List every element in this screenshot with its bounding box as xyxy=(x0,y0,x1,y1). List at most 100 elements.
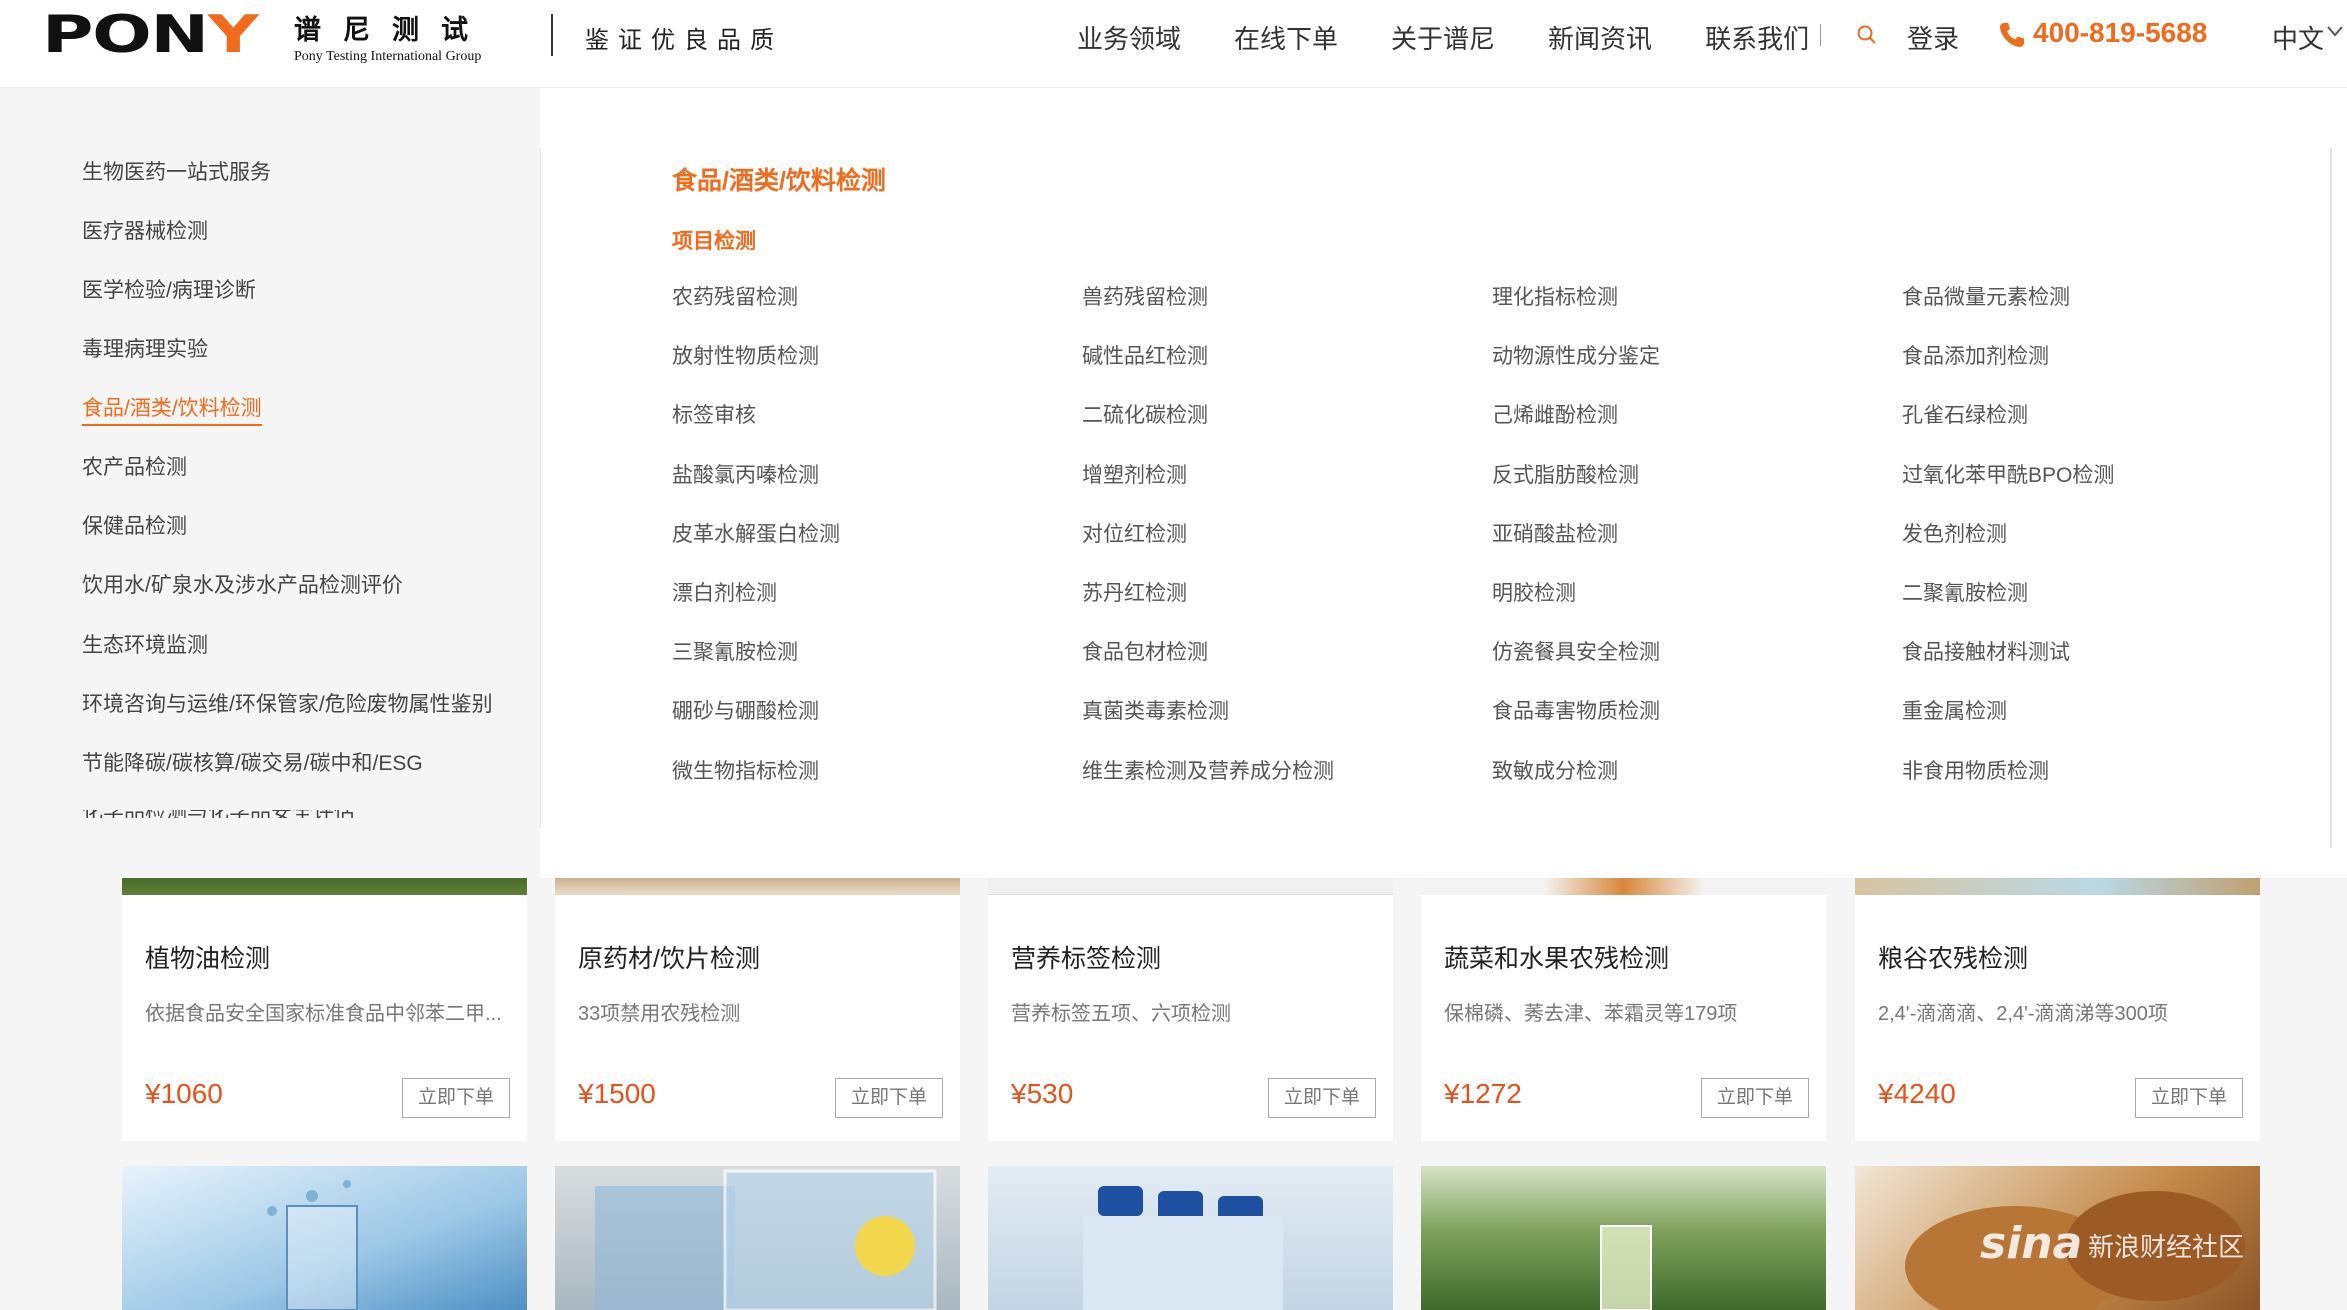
card-image xyxy=(122,877,527,895)
test-item-link[interactable]: 微生物指标检测 xyxy=(672,755,1082,814)
sidebar-item-toxicology[interactable]: 毒理病理实验 xyxy=(82,333,208,363)
test-item-link[interactable]: 硼砂与硼酸检测 xyxy=(672,695,1082,754)
sidebar-item-carbon[interactable]: 节能降碳/碳核算/碳交易/碳中和/ESG xyxy=(82,747,423,777)
nav-about[interactable]: 关于谱尼 xyxy=(1391,19,1495,56)
test-item-link[interactable]: 皮革水解蛋白检测 xyxy=(672,518,1082,577)
test-item-link[interactable]: 食品微量元素检测 xyxy=(1902,281,2312,340)
test-item-link[interactable]: 过氧化苯甲酰BPO检测 xyxy=(1902,459,2312,518)
card-title: 营养标签检测 xyxy=(1011,945,1162,973)
tea-illustration xyxy=(1600,1225,1652,1310)
test-item-link[interactable]: 动物源性成分鉴定 xyxy=(1492,340,1902,399)
test-item-link[interactable]: 盐酸氯丙嗪检测 xyxy=(672,459,1082,518)
test-item-link[interactable]: 明胶检测 xyxy=(1492,577,1902,636)
test-item-link[interactable]: 发色剂检测 xyxy=(1902,518,2312,577)
logo[interactable]: PONY 谱尼测试 Pony Testing International Gro… xyxy=(42,9,481,64)
tea-field-image[interactable] xyxy=(1421,1166,1826,1310)
product-card[interactable]: 蔬菜和水果农残检测 保棉磷、莠去津、苯霜灵等179项 ¥1272 立即下单 xyxy=(1421,877,1826,1141)
test-item-link[interactable]: 食品包材检测 xyxy=(1082,636,1492,695)
glass-illustration xyxy=(595,1169,937,1310)
site-header: PONY 谱尼测试 Pony Testing International Gro… xyxy=(0,0,2347,88)
test-item-link[interactable]: 孔雀石绿检测 xyxy=(1902,399,2312,458)
test-item-link[interactable]: 苏丹红检测 xyxy=(1082,577,1492,636)
test-item-link[interactable]: 二聚氰胺检测 xyxy=(1902,577,2312,636)
hotline-number[interactable]: 400-819-5688 xyxy=(2033,17,2207,49)
order-button[interactable]: 立即下单 xyxy=(835,1078,943,1118)
test-item-link[interactable]: 仿瓷餐具安全检测 xyxy=(1492,636,1902,695)
divider xyxy=(540,148,541,828)
order-button[interactable]: 立即下单 xyxy=(402,1078,510,1118)
test-item-link[interactable]: 理化指标检测 xyxy=(1492,281,1902,340)
product-card[interactable]: 植物油检测 依据食品安全国家标准食品中邻苯二甲... ¥1060 立即下单 xyxy=(122,877,527,1141)
sidebar-item-medical-devices[interactable]: 医疗器械检测 xyxy=(82,215,208,245)
test-item-link[interactable]: 增塑剂检测 xyxy=(1082,459,1492,518)
test-item-link[interactable]: 碱性品红检测 xyxy=(1082,340,1492,399)
sidebar-item-partial[interactable]: 化学品检测与化学品安全评估 xyxy=(82,810,412,818)
test-item-link[interactable]: 己烯雌酚检测 xyxy=(1492,399,1902,458)
search-icon[interactable] xyxy=(1856,24,1878,46)
test-item-link[interactable]: 二硫化碳检测 xyxy=(1082,399,1492,458)
test-item-link[interactable]: 兽药残留检测 xyxy=(1082,281,1492,340)
test-item-link[interactable]: 食品添加剂检测 xyxy=(1902,340,2312,399)
sidebar-item-env-consulting[interactable]: 环境咨询与运维/环保管家/危险废物属性鉴别 xyxy=(82,688,493,718)
water-bottles-image[interactable] xyxy=(988,1166,1393,1310)
category-subtitle: 项目检测 xyxy=(672,230,756,253)
test-item-link[interactable]: 食品毒害物质检测 xyxy=(1492,695,1902,754)
test-item-link[interactable]: 对位红检测 xyxy=(1082,518,1492,577)
sidebar-item-environment[interactable]: 生态环境监测 xyxy=(82,629,208,659)
test-item-link[interactable]: 亚硝酸盐检测 xyxy=(1492,518,1902,577)
logo-en-text: Pony Testing International Group xyxy=(294,49,482,64)
nav-business[interactable]: 业务领域 xyxy=(1077,19,1181,56)
sidebar-item-health-products[interactable]: 保健品检测 xyxy=(82,510,187,540)
logo-cn-text: 谱尼测试 xyxy=(294,15,490,45)
card-desc: 依据食品安全国家标准食品中邻苯二甲... xyxy=(145,1003,502,1025)
scrollbar[interactable] xyxy=(2330,148,2332,848)
card-image xyxy=(988,877,1393,895)
product-card[interactable]: 粮谷农残检测 2,4'-滴滴滴、2,4'-滴滴涕等300项 ¥4240 立即下单 xyxy=(1855,877,2260,1141)
login-link[interactable]: 登录 xyxy=(1907,19,1959,56)
product-card[interactable]: 原药材/饮片检测 33项禁用农残检测 ¥1500 立即下单 xyxy=(555,877,960,1141)
card-desc: 2,4'-滴滴滴、2,4'-滴滴涕等300项 xyxy=(1878,1003,2168,1025)
test-item-link[interactable]: 非食用物质检测 xyxy=(1902,755,2312,814)
test-item-link[interactable]: 三聚氰胺检测 xyxy=(672,636,1082,695)
water-splash-image[interactable] xyxy=(122,1166,527,1310)
logo-cn-block: 谱尼测试 Pony Testing International Group xyxy=(294,8,574,65)
nav-order-online[interactable]: 在线下单 xyxy=(1234,19,1338,56)
test-item-link[interactable]: 重金属检测 xyxy=(1902,695,2312,754)
order-button[interactable]: 立即下单 xyxy=(2135,1078,2243,1118)
logo-wordmark: PONY xyxy=(42,5,259,65)
slogan: 鉴证优良品质 xyxy=(585,27,783,54)
card-price: ¥1272 xyxy=(1444,1078,1522,1109)
order-button[interactable]: 立即下单 xyxy=(1701,1078,1809,1118)
test-item-link[interactable]: 反式脂肪酸检测 xyxy=(1492,459,1902,518)
test-item-link[interactable]: 放射性物质检测 xyxy=(672,340,1082,399)
language-switch[interactable]: 中文 xyxy=(2272,19,2324,56)
category-title[interactable]: 食品/酒类/饮料检测 xyxy=(672,161,886,197)
test-item-link[interactable]: 标签审核 xyxy=(672,399,1082,458)
card-image xyxy=(1855,877,2260,895)
sina-logo-text: sina xyxy=(1980,1218,2082,1269)
card-price: ¥1500 xyxy=(578,1078,656,1109)
card-title: 粮谷农残检测 xyxy=(1878,945,2029,973)
sidebar-item-biomedicine[interactable]: 生物医药一站式服务 xyxy=(82,156,271,186)
glass-water-image[interactable] xyxy=(555,1166,960,1310)
nav-contact[interactable]: 联系我们 xyxy=(1705,19,1809,56)
test-item-link[interactable]: 食品接触材料测试 xyxy=(1902,636,2312,695)
test-item-link[interactable]: 农药残留检测 xyxy=(672,281,1082,340)
test-item-grid: 农药残留检测 兽药残留检测 理化指标检测 食品微量元素检测放射性物质检测 碱性品红检测动… xyxy=(672,281,2322,814)
test-item-link[interactable]: 真菌类毒素检测 xyxy=(1082,695,1492,754)
sidebar-item-food[interactable]: 食品/酒类/饮料检测 xyxy=(82,392,262,426)
nav-news[interactable]: 新闻资讯 xyxy=(1548,19,1652,56)
sina-watermark: sina 新浪财经社区 xyxy=(1980,1218,2244,1269)
sidebar-item-medical-lab[interactable]: 医学检验/病理诊断 xyxy=(82,274,256,304)
order-button[interactable]: 立即下单 xyxy=(1268,1078,1376,1118)
card-desc: 营养标签五项、六项检测 xyxy=(1011,1003,1231,1025)
product-card[interactable]: 营养标签检测 营养标签五项、六项检测 ¥530 立即下单 xyxy=(988,877,1393,1141)
test-item-link[interactable]: 致敏成分检测 xyxy=(1492,755,1902,814)
card-image xyxy=(555,877,960,895)
sidebar-item-agri[interactable]: 农产品检测 xyxy=(82,451,187,481)
chevron-down-icon[interactable] xyxy=(2326,24,2344,38)
test-item-link[interactable]: 维生素检测及营养成分检测 xyxy=(1082,755,1492,814)
sidebar-item-water[interactable]: 饮用水/矿泉水及涉水产品检测评价 xyxy=(82,569,403,599)
card-price: ¥530 xyxy=(1011,1078,1074,1109)
test-item-link[interactable]: 漂白剂检测 xyxy=(672,577,1082,636)
